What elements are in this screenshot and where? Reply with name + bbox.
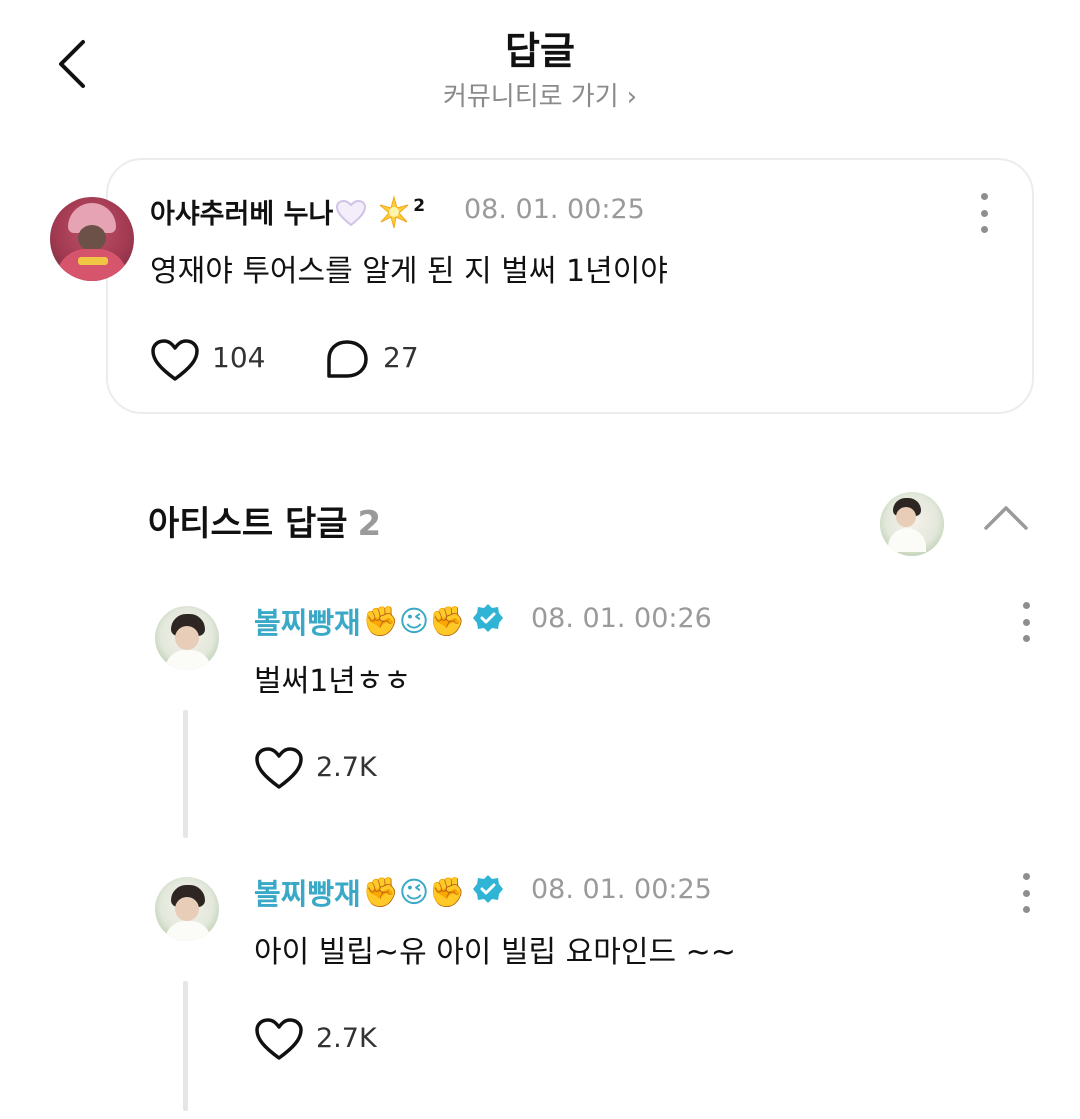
reply-like-count: 2.7K	[316, 752, 377, 783]
reply-author-avatar[interactable]	[155, 877, 219, 941]
reply-author-avatar[interactable]	[155, 606, 219, 670]
post-comment-button[interactable]	[324, 338, 370, 386]
post-like-count: 104	[212, 341, 266, 374]
reply-author-name[interactable]: 볼찌빵재 ✊😉✊	[254, 871, 504, 913]
reply-like-count: 2.7K	[316, 1023, 377, 1054]
post-comment-count: 27	[383, 341, 419, 374]
comment-bubble-icon	[327, 340, 368, 378]
reply-body-text: 아이 빌립~유 아이 빌립 요마인드 ~~	[254, 935, 736, 970]
post-author-avatar[interactable]	[50, 197, 134, 281]
community-link-label: 커뮤니티로 가기	[442, 82, 619, 112]
sparkle-star-emoji	[377, 195, 411, 236]
reply-author-label: 볼찌빵재	[254, 606, 361, 640]
more-vertical-icon[interactable]	[1016, 873, 1036, 913]
heart-outline-icon	[255, 1018, 303, 1060]
verified-badge-icon	[473, 603, 504, 640]
chevron-up-icon	[984, 506, 1028, 530]
reply-author-name[interactable]: 볼찌빵재 ✊😉✊	[254, 600, 504, 642]
white-heart-emoji	[335, 199, 367, 234]
author-badge-number: 2	[413, 196, 426, 216]
reply-like-button[interactable]	[254, 1017, 304, 1061]
reply-timestamp: 08. 01. 00:26	[531, 603, 712, 634]
thread-line	[183, 710, 188, 838]
reply-body-text: 벌써1년ㅎㅎ	[254, 664, 412, 699]
page-title: 답글	[505, 29, 575, 73]
artist-replies-label: 아티스트 답글	[148, 504, 348, 544]
reply-author-label: 볼찌빵재	[254, 877, 361, 911]
post-like-button[interactable]	[150, 338, 200, 382]
post-author-name[interactable]: 아샤추러베 누나 2	[150, 192, 425, 236]
verified-badge-icon	[473, 874, 504, 911]
heart-outline-icon	[255, 747, 303, 789]
post-author-label: 아샤추러베 누나	[150, 199, 334, 230]
artist-replies-title: 아티스트 답글 2	[148, 496, 381, 545]
post-timestamp: 08. 01. 00:25	[464, 194, 645, 225]
reply-like-button[interactable]	[254, 746, 304, 790]
reply-author-emojis: ✊😉✊	[362, 603, 466, 638]
go-to-community-link[interactable]: 커뮤니티로 가기 ›	[0, 76, 1080, 113]
post-body-text: 영재야 투어스를 알게 된 지 벌써 1년이야	[150, 254, 668, 289]
more-vertical-icon[interactable]	[1016, 602, 1036, 642]
thread-line	[183, 981, 188, 1111]
more-vertical-icon[interactable]	[974, 193, 994, 233]
collapse-button[interactable]	[982, 500, 1030, 536]
artist-avatar[interactable]	[880, 492, 944, 556]
artist-replies-count: 2	[357, 504, 382, 544]
heart-outline-icon	[151, 339, 199, 381]
reply-author-emojis: ✊😉✊	[362, 874, 466, 909]
reply-timestamp: 08. 01. 00:25	[531, 874, 712, 905]
chevron-right-icon: ›	[626, 82, 638, 112]
